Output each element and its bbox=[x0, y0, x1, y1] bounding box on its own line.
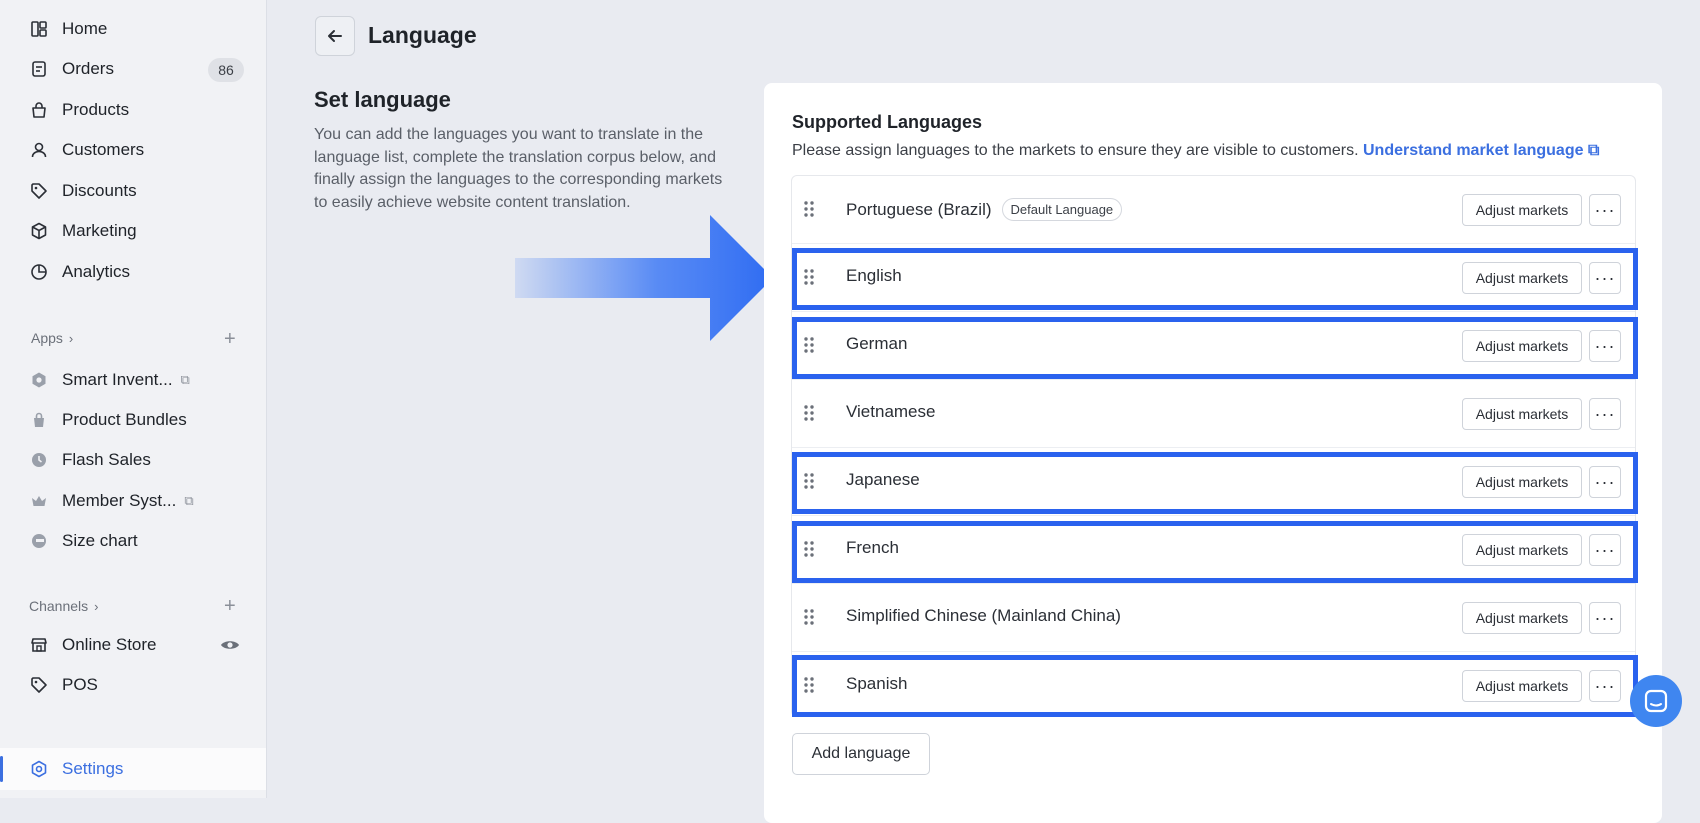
language-label: Portuguese (Brazil) bbox=[846, 199, 992, 219]
sidebar-item-label: Online Store bbox=[62, 635, 157, 654]
adjust-markets-button[interactable]: Adjust markets bbox=[1462, 602, 1582, 634]
highlight-box-french bbox=[792, 521, 1638, 583]
add-channel-plus-icon[interactable]: + bbox=[224, 596, 236, 616]
language-row: Vietnamese Adjust markets ··· bbox=[792, 380, 1635, 448]
sidebar-item-label: POS bbox=[62, 675, 98, 694]
person-icon bbox=[30, 141, 48, 159]
sidebar-app-flash-sales[interactable]: Flash Sales bbox=[30, 446, 151, 474]
chevron-right-icon: › bbox=[94, 598, 99, 614]
sidebar-item-orders[interactable]: Orders bbox=[30, 55, 114, 83]
sidebar-item-products[interactable]: Products bbox=[30, 96, 129, 124]
sidebar-item-label: Product Bundles bbox=[62, 410, 187, 429]
sidebar-item-customers[interactable]: Customers bbox=[30, 136, 144, 164]
highlight-box-german bbox=[792, 317, 1638, 379]
bag-icon bbox=[30, 101, 48, 119]
gear-icon bbox=[30, 760, 48, 778]
sidebar-item-label: Products bbox=[62, 100, 130, 119]
sidebar-item-home[interactable]: Home bbox=[30, 15, 107, 43]
back-button[interactable] bbox=[315, 16, 355, 56]
language-row: Simplified Chinese (Mainland China) Adju… bbox=[792, 584, 1635, 652]
sidebar-item-label: Home bbox=[62, 19, 108, 38]
external-link-icon: ⧉ bbox=[184, 493, 194, 508]
sidebar-app-member-system[interactable]: Member Syst... ⧉ bbox=[30, 487, 194, 515]
chat-launcher-button[interactable] bbox=[1630, 675, 1682, 727]
order-icon bbox=[30, 60, 48, 78]
language-name: Simplified Chinese (Mainland China) bbox=[846, 606, 1121, 625]
sidebar-app-smart-inventory[interactable]: Smart Invent... ⧉ bbox=[30, 366, 190, 394]
eye-icon[interactable] bbox=[220, 636, 240, 654]
chat-icon bbox=[1644, 689, 1668, 713]
tag-icon bbox=[30, 182, 48, 200]
set-language-title: Set language bbox=[314, 87, 451, 112]
store-icon bbox=[30, 636, 48, 654]
external-link-icon: ⧉ bbox=[1587, 142, 1600, 159]
sidebar-item-label: Customers bbox=[62, 140, 145, 159]
language-row: Portuguese (Brazil) Default Language Adju… bbox=[792, 176, 1635, 244]
arrow-left-icon bbox=[328, 30, 342, 42]
drag-handle-icon[interactable] bbox=[803, 200, 815, 218]
hexagon-icon bbox=[30, 371, 48, 389]
language-name: Portuguese (Brazil) Default Language bbox=[846, 198, 1123, 221]
annotation-arrow-icon bbox=[515, 215, 773, 341]
external-link-icon: ⧉ bbox=[180, 372, 190, 387]
more-options-button[interactable]: ··· bbox=[1589, 398, 1621, 430]
sidebar-item-discounts[interactable]: Discounts bbox=[30, 177, 137, 205]
page-title: Language bbox=[368, 22, 477, 48]
active-indicator bbox=[0, 756, 3, 782]
sidebar-item-label: Flash Sales bbox=[62, 450, 151, 469]
sidebar-item-label: Settings bbox=[62, 759, 124, 778]
understand-market-language-link[interactable]: Understand market language ⧉ bbox=[1363, 142, 1599, 159]
sidebar-item-label: Member Syst... bbox=[62, 491, 177, 510]
cube-icon bbox=[30, 222, 48, 240]
sidebar-item-label: Discounts bbox=[62, 181, 137, 200]
channels-section-label[interactable]: Channels › bbox=[29, 598, 99, 614]
sidebar-channel-pos[interactable]: POS bbox=[30, 671, 98, 699]
card-title: Supported Languages bbox=[792, 112, 983, 132]
chevron-right-icon: › bbox=[68, 330, 74, 346]
sidebar-item-analytics[interactable]: Analytics bbox=[30, 258, 130, 286]
sidebar-channel-online-store[interactable]: Online Store bbox=[30, 631, 157, 659]
bundle-bag-icon bbox=[30, 411, 48, 429]
crown-icon bbox=[30, 492, 48, 510]
adjust-markets-button[interactable]: Adjust markets bbox=[1462, 398, 1582, 430]
sidebar-item-label: Orders bbox=[62, 59, 114, 78]
set-language-description: You can add the languages you want to tr… bbox=[314, 126, 723, 211]
apps-label: Apps bbox=[31, 330, 63, 346]
sidebar: Home Orders 86 Products Customers Discou… bbox=[0, 0, 267, 798]
highlight-box-english bbox=[792, 248, 1638, 310]
orders-count-badge: 86 bbox=[208, 58, 244, 82]
apps-section-label[interactable]: Apps › bbox=[31, 330, 73, 346]
size-icon bbox=[30, 532, 48, 550]
sidebar-item-label: Analytics bbox=[62, 262, 131, 281]
sidebar-app-size-chart[interactable]: Size chart bbox=[30, 527, 138, 555]
add-language-button[interactable]: Add language bbox=[792, 733, 930, 775]
add-app-plus-icon[interactable]: + bbox=[224, 329, 236, 349]
sidebar-item-label: Marketing bbox=[62, 221, 137, 240]
default-language-tag: Default Language bbox=[1001, 198, 1123, 221]
card-subtitle: Please assign languages to the markets t… bbox=[792, 142, 1599, 160]
highlight-box-japanese bbox=[792, 452, 1638, 514]
pie-chart-icon bbox=[30, 263, 48, 281]
drag-handle-icon[interactable] bbox=[803, 404, 815, 422]
drag-handle-icon[interactable] bbox=[803, 608, 815, 626]
sidebar-item-label: Smart Invent... bbox=[62, 370, 173, 389]
card-subtitle-text: Please assign languages to the markets t… bbox=[792, 142, 1359, 159]
sidebar-item-label: Size chart bbox=[62, 531, 138, 550]
adjust-markets-button[interactable]: Adjust markets bbox=[1462, 194, 1582, 226]
link-text: Understand market language bbox=[1362, 142, 1584, 159]
channels-label: Channels bbox=[29, 598, 89, 614]
sidebar-item-settings[interactable]: Settings bbox=[30, 755, 123, 783]
highlight-box-spanish bbox=[792, 655, 1638, 717]
clock-icon bbox=[30, 451, 48, 469]
more-options-button[interactable]: ··· bbox=[1589, 602, 1621, 634]
sidebar-app-product-bundles[interactable]: Product Bundles bbox=[30, 406, 187, 434]
dashboard-icon bbox=[30, 20, 48, 38]
pos-tag-icon bbox=[30, 676, 48, 694]
more-options-button[interactable]: ··· bbox=[1589, 194, 1621, 226]
sidebar-item-marketing[interactable]: Marketing bbox=[30, 217, 137, 245]
language-name: Vietnamese bbox=[846, 402, 936, 421]
